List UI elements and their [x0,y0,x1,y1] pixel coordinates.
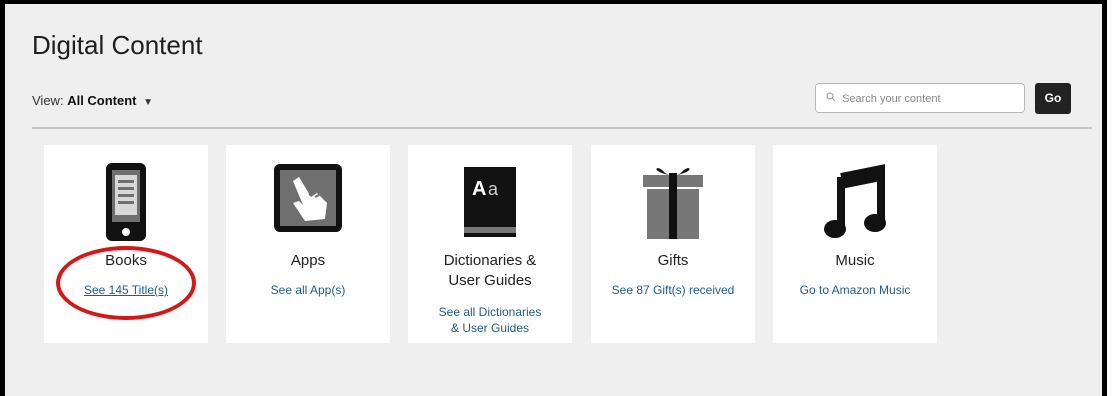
page-title: Digital Content [32,30,203,60]
gift-icon [591,163,755,243]
see-apps-link[interactable]: See all App(s) [226,282,390,298]
caret-down-icon[interactable]: ▼ [143,97,153,108]
svg-text:A: A [472,178,486,200]
ereader-icon [44,163,208,243]
view-filter[interactable]: View: All Content ▼ [32,93,153,108]
amazon-music-link[interactable]: Go to Amazon Music [773,282,937,298]
card-dictionaries[interactable]: A a Dictionaries & User Guides See all D… [408,145,572,343]
card-apps[interactable]: Apps See all App(s) [226,145,390,343]
touch-hand-icon [226,163,390,243]
dictionary-icon: A a [408,163,572,243]
view-selected[interactable]: All Content [67,93,136,108]
card-gifts[interactable]: Gifts See 87 Gift(s) received [591,145,755,343]
highlight-circle [56,246,196,320]
see-dictionaries-link[interactable]: See all Dictionaries & User Guides [408,304,572,336]
view-prefix: View: [32,93,64,108]
card-label: Music [835,252,875,269]
svg-text:a: a [488,179,499,199]
card-label: Dictionaries & User Guides [443,252,537,289]
music-note-icon [773,163,937,243]
search-placeholder: Search your content [842,93,941,105]
divider [32,127,1092,129]
search-input[interactable]: Search your content [815,83,1025,113]
card-label: Apps [290,252,326,269]
search-icon [826,92,839,105]
card-music[interactable]: Music Go to Amazon Music [773,145,937,343]
see-gifts-link[interactable]: See 87 Gift(s) received [591,282,755,298]
card-label: Gifts [657,252,689,269]
go-button[interactable]: Go [1035,83,1071,114]
